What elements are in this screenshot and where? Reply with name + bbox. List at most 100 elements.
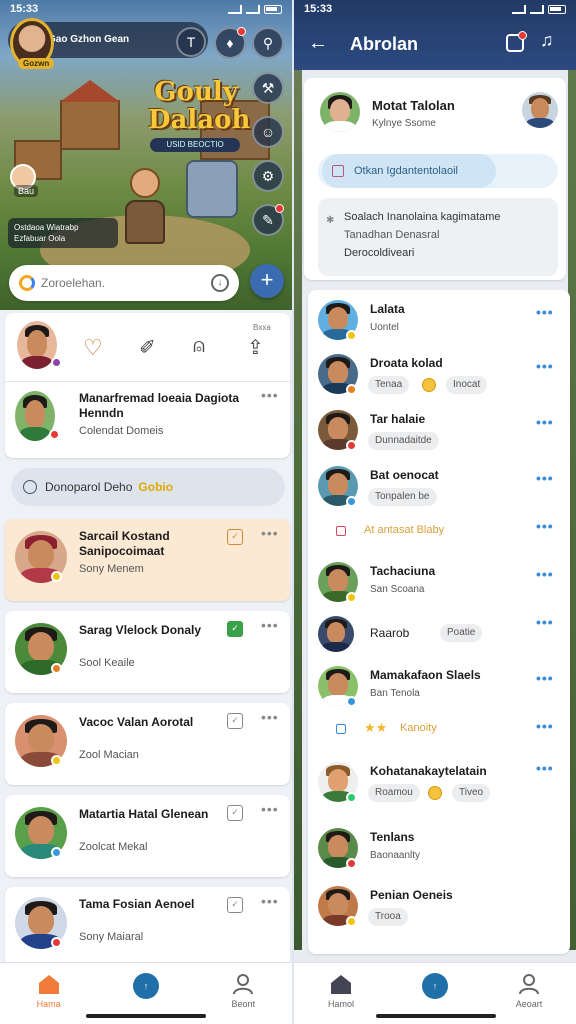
contact-sub: San Scoana bbox=[370, 584, 425, 595]
list-item[interactable]: Mamakafaon Slaels Ban Tenola ••• bbox=[308, 664, 570, 712]
more-options-icon[interactable]: ••• bbox=[261, 801, 279, 817]
contact-name: Kohatanakaytelatain bbox=[370, 764, 487, 778]
status-dot bbox=[346, 858, 357, 869]
note-box[interactable]: ✱ Soalach Inanolaina kagimatame Tanadhan… bbox=[318, 198, 558, 276]
more-options-icon[interactable]: ••• bbox=[261, 617, 279, 633]
calendar-icon[interactable]: ✓ bbox=[227, 529, 243, 545]
contact-avatar[interactable] bbox=[320, 92, 360, 132]
more-options-icon[interactable]: ••• bbox=[536, 760, 554, 776]
calendar-icon[interactable]: ✓ bbox=[227, 713, 243, 729]
share-icon[interactable]: ⇪ bbox=[247, 335, 264, 360]
status-dot bbox=[346, 384, 357, 395]
tag-chip[interactable]: Roamou bbox=[368, 784, 420, 802]
list-item[interactable]: Bat oenocat Tonpalen be ••• bbox=[308, 464, 570, 512]
note-icon[interactable]: ✐ bbox=[139, 335, 156, 360]
add-button[interactable]: + bbox=[250, 264, 284, 298]
contact-card[interactable]: Vacoc Valan Aorotal Zool Macian ✓ ••• bbox=[5, 703, 290, 785]
emoji-icon bbox=[428, 786, 442, 800]
quest-box[interactable]: Ostdaoa Wiatrabp Ezfabuar Oola bbox=[8, 218, 118, 248]
nav-home[interactable]: Hama bbox=[19, 973, 79, 1009]
tag-chip[interactable]: Poatie bbox=[440, 624, 483, 642]
more-options-icon[interactable]: ••• bbox=[261, 525, 279, 541]
tag-chip[interactable]: Tiveo bbox=[452, 784, 491, 802]
search-input[interactable] bbox=[41, 276, 211, 290]
more-options-icon[interactable]: ••• bbox=[536, 614, 554, 630]
tag-icon bbox=[336, 724, 346, 734]
nav-home[interactable]: Hamol bbox=[311, 973, 371, 1009]
contact-name: Lalata bbox=[370, 302, 405, 316]
note-line-3: Derocoldiveari bbox=[344, 247, 415, 259]
more-options-icon[interactable]: ••• bbox=[536, 358, 554, 374]
second-avatar[interactable] bbox=[522, 92, 558, 128]
edit-icon[interactable]: ✎ bbox=[252, 204, 284, 236]
more-options-icon[interactable]: ••• bbox=[536, 470, 554, 486]
tag-chip[interactable]: Inocat bbox=[446, 376, 488, 394]
contact-name: Tachaciuna bbox=[370, 564, 436, 578]
search-bar[interactable]: ↓ bbox=[9, 265, 239, 301]
text-format-icon[interactable]: T bbox=[176, 27, 206, 57]
battery-icon bbox=[548, 4, 566, 14]
list-item[interactable]: Droata kolad Tenaa Inocat ••• bbox=[308, 352, 570, 400]
calendar-icon[interactable]: ✓ bbox=[227, 805, 243, 821]
shield-icon[interactable] bbox=[506, 31, 527, 52]
quest-line-2: Ezfabuar Oola bbox=[14, 234, 66, 243]
more-options-icon[interactable]: ••• bbox=[536, 304, 554, 320]
status-bar: 15:33 bbox=[294, 0, 576, 18]
group-divider[interactable]: Donoparol Deho Gobio bbox=[11, 468, 285, 506]
more-options-icon[interactable]: ••• bbox=[261, 387, 279, 403]
nav-profile-label: Beont bbox=[231, 999, 256, 1009]
list-item[interactable]: Tar halaie Dunnadaitde ••• bbox=[308, 408, 570, 456]
back-arrow-icon[interactable]: ← bbox=[308, 32, 328, 55]
more-options-icon[interactable]: ••• bbox=[536, 670, 554, 686]
game-character bbox=[122, 168, 168, 248]
status-dot bbox=[346, 696, 357, 707]
person-icon bbox=[519, 974, 539, 995]
download-icon[interactable]: ↓ bbox=[211, 274, 229, 292]
tag-chip[interactable]: Trooa bbox=[368, 908, 408, 926]
contact-card-highlighted[interactable]: Sarcail Kostand Sanipocoimaat Sony Menem… bbox=[5, 519, 290, 601]
heart-icon[interactable]: ♡ bbox=[83, 335, 103, 361]
profile-icon[interactable]: ☺ bbox=[252, 116, 284, 148]
tools-icon[interactable]: ⚒ bbox=[252, 72, 284, 104]
contact-card[interactable]: Matartia Hatal Glenean Zoolcat Mekal ✓ •… bbox=[5, 795, 290, 877]
more-options-icon[interactable]: ••• bbox=[536, 414, 554, 430]
contact-name[interactable]: Manarfremad loeaia Dagiota Henndn bbox=[79, 391, 249, 421]
nav-profile[interactable]: Beont bbox=[213, 973, 273, 1009]
contact-name: Mamakafaon Slaels bbox=[370, 668, 481, 682]
more-options-icon[interactable]: ••• bbox=[261, 893, 279, 909]
calendar-icon[interactable]: ✓ bbox=[227, 897, 243, 913]
game-banner[interactable]: Gao Gzhon Gean Gozwn T ♦ ⚲ ⚒ ☺ ⚙ ✎ Gouly… bbox=[0, 0, 292, 310]
list-item[interactable]: Penian Oeneis Trooa bbox=[308, 884, 570, 932]
list-item[interactable]: Tenlans Baonaanlty bbox=[308, 826, 570, 874]
contact-card[interactable]: Tama Fosian Aenoel Sony Maiaral ✓ ••• bbox=[5, 887, 290, 969]
more-options-icon[interactable]: ••• bbox=[536, 566, 554, 582]
contact-name: Sarag Vlelock Donaly bbox=[79, 623, 202, 637]
list-item[interactable]: Raarob Poatie ••• bbox=[308, 614, 570, 658]
nav-center[interactable]: ↑ bbox=[405, 973, 465, 999]
message-bubble[interactable]: Otkan Igdantentolaoil bbox=[318, 154, 558, 188]
more-options-icon[interactable]: ••• bbox=[536, 718, 554, 734]
list-item[interactable]: Tachaciuna San Scoana ••• bbox=[308, 560, 570, 608]
more-options-icon[interactable]: ••• bbox=[261, 709, 279, 725]
bell-icon[interactable]: ♫ bbox=[540, 30, 554, 51]
group-banner[interactable]: At antasat Blaby ••• bbox=[308, 518, 570, 544]
signal-icon bbox=[512, 4, 526, 14]
nav-profile[interactable]: Aeoart bbox=[499, 973, 559, 1009]
settings-icon[interactable]: ⚙ bbox=[252, 160, 284, 192]
game-title: Gouly Dalaoh bbox=[148, 77, 251, 135]
contact-name: Bat oenocat bbox=[370, 468, 439, 482]
bell-icon[interactable]: ⍝ bbox=[193, 335, 205, 358]
notification-icon[interactable]: ♦ bbox=[214, 27, 246, 59]
group-banner[interactable]: ★★ Kanoity ••• bbox=[308, 718, 570, 744]
tag-chip[interactable]: Dunnadaitde bbox=[368, 432, 439, 450]
tag-chip[interactable]: Tenaa bbox=[368, 376, 410, 394]
nav-center[interactable]: ↑ bbox=[116, 973, 176, 999]
search-icon[interactable]: ⚲ bbox=[252, 27, 284, 59]
check-icon[interactable]: ✓ bbox=[227, 621, 243, 637]
contact-card[interactable]: Sarag Vlelock Donaly Sool Keaile ✓ ••• bbox=[5, 611, 290, 693]
tag-chip[interactable]: Tonpalen be bbox=[368, 488, 437, 506]
list-item[interactable]: Kohatanakaytelatain Roamou Tiveo ••• bbox=[308, 760, 570, 808]
center-action-icon: ↑ bbox=[132, 973, 159, 999]
more-options-icon[interactable]: ••• bbox=[536, 518, 554, 534]
list-item[interactable]: Lalata Uontel ••• bbox=[308, 298, 570, 346]
